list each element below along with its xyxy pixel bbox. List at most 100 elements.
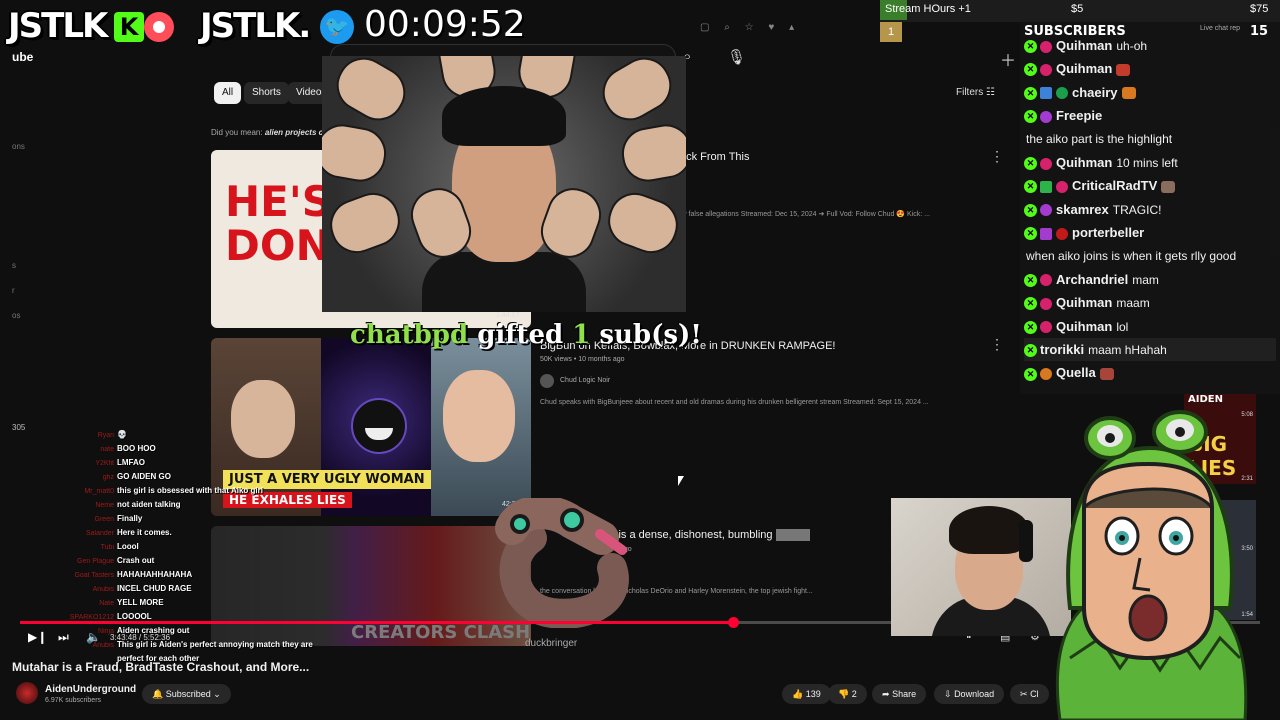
video-meta: 50K views • 10 months ago — [540, 356, 625, 363]
mini-chat-user: Tubi — [100, 544, 114, 551]
mini-chat-message: 💀 — [117, 430, 127, 439]
mini-chat-row: Green Finally — [66, 512, 336, 526]
chat-username[interactable]: porterbeller — [1072, 225, 1144, 240]
chat-username[interactable]: Quihman — [1056, 38, 1112, 53]
chat-message-list[interactable]: ✕ Quihman uh-oh ✕ Quihman ✕ chaeiry ✕ Freepie the… — [1024, 34, 1276, 385]
next-icon[interactable]: ⏭ — [58, 630, 69, 645]
sidebar-label[interactable]: os — [12, 311, 20, 320]
youtube-logo-fragment[interactable]: ube — [12, 50, 33, 64]
channel-name[interactable]: AidenUnderground — [45, 684, 136, 695]
more-options-icon[interactable]: ⋮ — [990, 148, 1004, 165]
thumbs-down-icon: 👎 — [838, 689, 850, 699]
chat-message-text: TRAGIC! — [1112, 202, 1162, 217]
scissors-icon: ✂ — [1020, 689, 1028, 699]
goal-max: $75 — [1250, 3, 1269, 15]
channel-name[interactable]: Chud Logic Noir — [560, 377, 610, 384]
side-thumbnail-caption: AIDEN — [1188, 394, 1223, 405]
chat-message-text: when aiko joins is when it gets rlly goo… — [1026, 248, 1237, 263]
live-chat-replay-label[interactable]: Live chat rep — [1200, 25, 1240, 32]
channel-avatar[interactable] — [16, 682, 38, 704]
sidebar-label[interactable]: ons — [12, 142, 25, 151]
mini-chat-message: LMFAO — [117, 458, 145, 467]
sidebar-label[interactable]: s — [12, 261, 16, 270]
sidebar-label[interactable]: r — [12, 286, 15, 295]
chat-emote-icon — [1116, 63, 1131, 76]
user-badge-icon — [1040, 368, 1052, 381]
filters-label: Filters — [956, 87, 984, 98]
thumbs-up-icon: 👍 — [792, 689, 804, 699]
kick-badge-icon: ✕ — [1024, 367, 1037, 381]
goal-label: Stream HOurs +1 — [885, 3, 971, 15]
like-button[interactable]: 👍 139 — [782, 684, 831, 704]
volume-icon[interactable]: 🔈 — [86, 630, 101, 644]
chat-username[interactable]: Archandriel — [1056, 272, 1128, 287]
chat-username[interactable]: chaeiry — [1072, 85, 1118, 100]
chat-username[interactable]: trorikki — [1040, 342, 1084, 357]
chat-emote-icon — [1099, 368, 1114, 381]
kick-badge-icon: ✕ — [1024, 227, 1037, 241]
chat-username[interactable]: Quihman — [1056, 319, 1112, 334]
gift-count: 1 — [572, 320, 591, 350]
chat-message: ✕ Quihman — [1024, 57, 1276, 80]
user-badge-icon — [1040, 40, 1052, 53]
video-title[interactable]: ack From This — [680, 151, 749, 163]
mini-chat-row: Anubis This girl is Aiden's perfect annoy… — [66, 638, 336, 652]
did-you-mean-link[interactable]: alien projects c — [265, 128, 323, 137]
chevron-down-icon: ⌄ — [213, 689, 221, 699]
twitter-bird-icon: 🐦 — [320, 10, 354, 44]
share-label: Share — [892, 689, 917, 699]
chip-shorts[interactable]: Shorts — [244, 82, 289, 104]
mini-chat-row: nate BOO HOO — [66, 442, 336, 456]
chat-message: ✕ trorikki maam hHahah — [1024, 338, 1276, 362]
chat-username[interactable]: Quella — [1056, 365, 1096, 380]
video-description: lly false allegations Streamed: Dec 15, … — [680, 211, 930, 218]
mini-chat-row: Anubis INCEL CHUD RAGE — [66, 582, 336, 596]
subscribed-button[interactable]: 🔔 Subscribed ⌄ — [142, 684, 231, 704]
overlay-person-hair — [442, 86, 566, 146]
dislike-button[interactable]: 👎 2 — [828, 684, 867, 704]
kick-badge-icon: ✕ — [1024, 180, 1037, 194]
progress-scrubber[interactable] — [728, 617, 739, 628]
mini-chat-overlay: Ryan 💀 nate BOO HOO Y2Kfit LMFAO ghz GO AIDEN G… — [66, 428, 336, 665]
chip-all[interactable]: All — [214, 82, 242, 104]
mini-chat-message: INCEL CHUD RAGE — [117, 584, 192, 593]
user-badge-icon — [1056, 87, 1068, 100]
download-icon: ⇩ — [944, 689, 952, 699]
more-options-icon[interactable]: ⋮ — [990, 336, 1004, 353]
chat-message-text: maam hHahah — [1088, 343, 1167, 358]
worm-mascot — [495, 498, 629, 628]
chat-message-text: 10 mins left — [1116, 155, 1178, 170]
channel-avatar[interactable] — [540, 374, 554, 388]
chat-badge-icon — [1040, 87, 1052, 100]
video-description: Chud speaks with BigBunjeee about recent… — [540, 399, 929, 406]
chat-username[interactable]: Quihman — [1056, 155, 1112, 170]
stream-timer: 00:09:52 — [364, 4, 526, 45]
chat-message: ✕ Freepie — [1024, 104, 1276, 127]
chat-message-text: the aiko part is the highlight — [1026, 131, 1173, 146]
filters-button[interactable]: Filters ☷ — [956, 87, 995, 98]
chat-badge-icon — [1040, 180, 1052, 193]
kick-badge-icon: ✕ — [1024, 86, 1037, 100]
microphone-icon[interactable]: 🎙 — [727, 48, 746, 66]
chat-username[interactable]: skamrex — [1056, 202, 1109, 217]
chat-username[interactable]: Freepie — [1056, 108, 1102, 123]
chat-username[interactable]: Quihman — [1056, 61, 1112, 76]
channel-name[interactable]: duckbringer — [525, 638, 577, 649]
chat-username[interactable]: CriticalRadTV — [1072, 178, 1157, 193]
overlay-video[interactable] — [322, 56, 686, 312]
mini-chat-message: Finally — [117, 514, 143, 523]
download-button[interactable]: ⇩ Download — [934, 684, 1005, 704]
kick-badge-icon: ✕ — [1024, 40, 1037, 54]
chat-message: ✕ chaeiry — [1024, 81, 1276, 104]
user-badge-icon — [1040, 274, 1052, 287]
user-badge-icon — [1040, 297, 1052, 310]
chat-username[interactable]: Quihman — [1056, 295, 1112, 310]
create-icon[interactable]: ＋ — [1000, 47, 1016, 71]
watch-video-title: Mutahar is a Fraud, BradTaste Crashout, … — [12, 660, 310, 674]
chat-emote-icon — [1121, 87, 1136, 100]
clip-label: Cl — [1030, 689, 1039, 699]
video-title[interactable]: lly is a dense, dishonest, bumbling — [605, 529, 810, 542]
share-button[interactable]: ➦ Share — [872, 684, 927, 704]
pause-icon[interactable]: ▶❙ — [28, 630, 47, 644]
chat-message: ✕ Quella — [1024, 361, 1276, 384]
